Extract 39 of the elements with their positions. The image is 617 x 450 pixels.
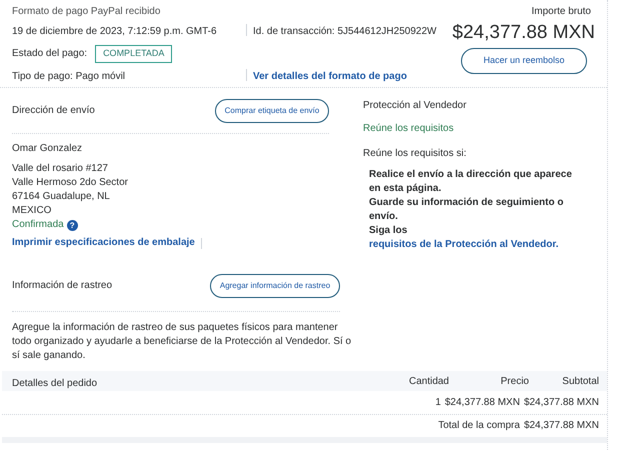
conditions-title: Reúne los requisitos si:	[363, 147, 468, 161]
condition-text: Siga los	[369, 225, 408, 236]
print-packing-link[interactable]: Imprimir especificaciones de embalaje	[12, 236, 195, 250]
payment-details-link[interactable]: Ver detalles del formato de pago	[253, 68, 407, 84]
payment-type: Tipo de pago: Pago móvil	[12, 70, 126, 84]
shipping-address-title: Dirección de envío	[12, 104, 95, 118]
refund-button[interactable]: Hacer un reembolso	[461, 48, 587, 74]
protection-status: Reúne los requisitos	[363, 122, 455, 136]
gross-amount-label: Importe bruto	[532, 5, 591, 19]
add-tracking-button[interactable]: Agregar información de rastreo	[210, 274, 340, 298]
condition-text: Realice el envío a la dirección que aparece en esta página.	[369, 168, 573, 196]
condition-text: Guarde su información de seguimiento o envío.	[369, 196, 564, 224]
address-line: Valle Hermoso 2do Sector	[12, 176, 129, 190]
recipient-name: Omar Gonzalez	[12, 142, 84, 156]
status-badge: COMPLETADA	[95, 45, 172, 62]
address-line: MEXICO	[12, 204, 52, 218]
confirmed-status: Confirmada	[12, 218, 64, 232]
address-line: 67164 Guadalupe, NL	[12, 190, 111, 204]
tracking-info-title: Información de rastreo	[12, 279, 112, 293]
quantity-cell-text: 1	[435, 396, 441, 410]
help-icon[interactable]: ?	[66, 220, 78, 230]
address-line: Valle del rosario #127	[12, 162, 109, 176]
payment-status-label: Estado del pago:	[12, 47, 88, 62]
buy-shipping-label-button[interactable]: Comprar etiqueta de envío	[215, 98, 329, 122]
seller-protection-title: Protección al Vendedor	[363, 99, 468, 113]
payment-date: 19 de diciembre de 2023, 7:12:59 p.m. GMT-6	[12, 25, 218, 39]
gross-amount: $24,377.88 MXN	[452, 21, 595, 45]
tracking-description: Agregue la información de rastreo de sus paquetes físicos para mantener todo organizado y ayudarle a beneficiarse de la Protección al Vendedor. Sí o sí sale ganando.	[12, 321, 352, 363]
price-cell-text: $24,377.88 MXN	[444, 396, 520, 410]
column-header: Detalles del pedido	[12, 376, 98, 390]
column-header: Precio	[500, 374, 529, 388]
column-header: Cantidad	[408, 374, 449, 388]
column-header: Subtotal	[561, 374, 599, 388]
subtotal-cell-text: $24,377.88 MXN	[524, 396, 599, 410]
total-value: $24,377.88 MXN	[524, 418, 599, 432]
payment-title: Formato de pago PayPal recibido	[12, 5, 162, 18]
seller-protection-link[interactable]: requisitos de la Protección al Vendedor.	[369, 238, 559, 252]
total-label: Total de la compra	[438, 418, 520, 432]
transaction-id: Id. de transacción: 5J544612JH250922W	[253, 25, 436, 39]
